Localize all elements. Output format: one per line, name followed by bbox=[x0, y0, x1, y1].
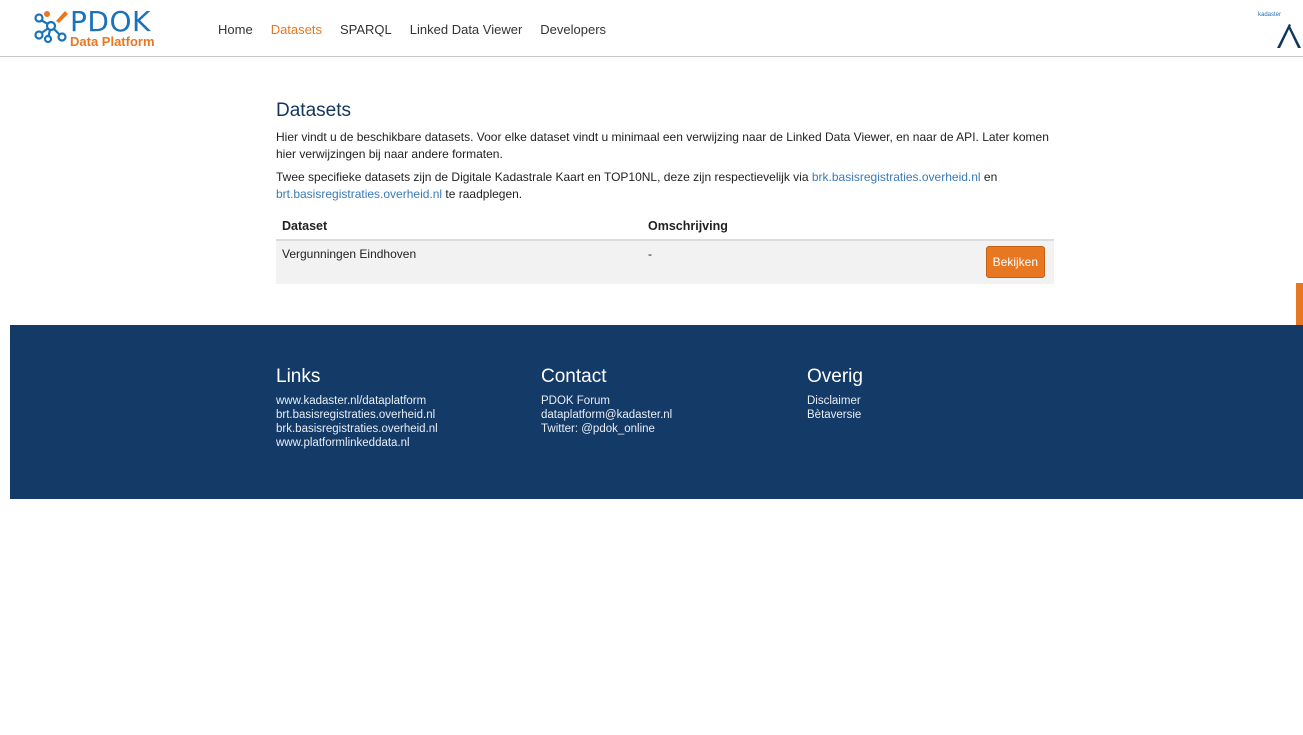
dataset-description-cell: - Bekijken bbox=[642, 240, 1054, 284]
dataset-description: - bbox=[648, 247, 652, 261]
link-brk[interactable]: brk.basisregistraties.overheid.nl bbox=[812, 170, 981, 184]
nav-home[interactable]: Home bbox=[218, 22, 253, 37]
network-icon bbox=[34, 11, 68, 44]
footer-link-kadaster[interactable]: www.kadaster.nl/dataplatform bbox=[276, 394, 438, 408]
datasets-table: Dataset Omschrijving Vergunningen Eindho… bbox=[276, 213, 1054, 284]
specific-prefix: Twee specifieke datasets zijn de Digital… bbox=[276, 170, 812, 184]
table-header-row: Dataset Omschrijving bbox=[276, 213, 1054, 241]
footer-overig-title: Overig bbox=[807, 366, 863, 387]
specific-datasets-text: Twee specifieke datasets zijn de Digital… bbox=[276, 169, 1056, 203]
view-button[interactable]: Bekijken bbox=[985, 246, 1045, 278]
intro-text: Hier vindt u de beschikbare datasets. Vo… bbox=[276, 130, 1049, 161]
footer-link-platformlinkeddata[interactable]: www.platformlinkeddata.nl bbox=[276, 436, 438, 450]
nav-linked-data-viewer[interactable]: Linked Data Viewer bbox=[410, 22, 523, 37]
page-title: Datasets bbox=[276, 100, 351, 121]
footer-link-forum[interactable]: PDOK Forum bbox=[541, 394, 672, 408]
footer-contact-title: Contact bbox=[541, 366, 607, 387]
footer-link-disclaimer[interactable]: Disclaimer bbox=[807, 394, 863, 408]
link-brt[interactable]: brt.basisregistraties.overheid.nl bbox=[276, 187, 442, 201]
specific-suffix: te raadplegen. bbox=[442, 187, 523, 201]
footer-link-brt[interactable]: brt.basisregistraties.overheid.nl bbox=[276, 408, 438, 422]
nav-sparql[interactable]: SPARQL bbox=[340, 22, 392, 37]
col-description: Omschrijving bbox=[642, 213, 1054, 241]
dataset-name: Vergunningen Eindhoven bbox=[276, 240, 642, 284]
pdok-logo[interactable]: PDOK Data Platform bbox=[32, 5, 172, 50]
footer-links-column: Links www.kadaster.nl/dataplatform brt.b… bbox=[276, 366, 438, 450]
site-footer: Links www.kadaster.nl/dataplatform brt.b… bbox=[10, 325, 1303, 499]
footer-overig-column: Overig Disclaimer Bètaversie bbox=[807, 366, 863, 422]
kadaster-logo-icon[interactable] bbox=[1253, 10, 1303, 50]
nav-datasets[interactable]: Datasets bbox=[271, 22, 322, 37]
footer-links-title: Links bbox=[276, 366, 321, 387]
main-content: Datasets Hier vindt u de beschikbare dat… bbox=[276, 100, 1056, 284]
footer-contact-column: Contact PDOK Forum dataplatform@kadaster… bbox=[541, 366, 672, 436]
footer-link-brk[interactable]: brk.basisregistraties.overheid.nl bbox=[276, 422, 438, 436]
footer-link-email[interactable]: dataplatform@kadaster.nl bbox=[541, 408, 672, 422]
specific-middle: en bbox=[980, 170, 998, 184]
footer-link-beta[interactable]: Bètaversie bbox=[807, 408, 863, 422]
logo-subtitle: Data Platform bbox=[70, 34, 155, 49]
table-row: Vergunningen Eindhoven - Bekijken bbox=[276, 240, 1054, 284]
nav-developers[interactable]: Developers bbox=[540, 22, 606, 37]
footer-link-twitter[interactable]: Twitter: @pdok_online bbox=[541, 422, 672, 436]
site-header: PDOK Data Platform Home Datasets SPARQL … bbox=[0, 0, 1303, 57]
main-nav: Home Datasets SPARQL Linked Data Viewer … bbox=[218, 22, 624, 37]
col-dataset: Dataset bbox=[276, 213, 642, 241]
